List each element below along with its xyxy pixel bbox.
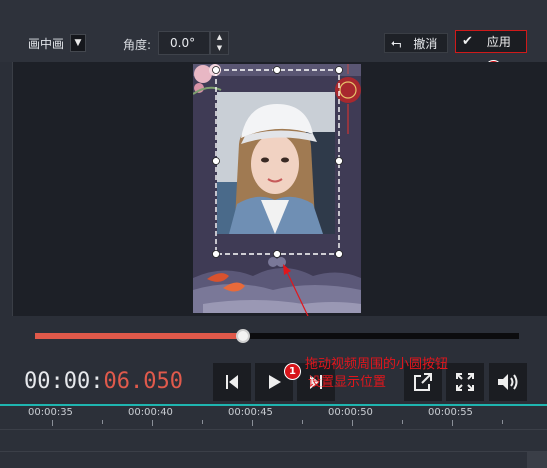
timeline-scrollbar[interactable] [527,452,547,468]
timeline-track-divider [0,451,547,452]
timeline-tick [52,420,53,426]
annotation-text-line2: 设置显示位置 [308,375,387,390]
timeline-track-divider [0,429,547,430]
timeline-tick [102,420,103,424]
timeline-tick [252,420,253,426]
play-icon [269,375,281,389]
timeline-tick [502,420,503,424]
step-badge-1: 1 [284,363,301,380]
resize-handle-top[interactable] [273,66,281,74]
seek-bar-progress [35,333,244,339]
volume-button[interactable] [489,363,527,401]
resize-handle-top-left[interactable] [212,66,220,74]
volume-icon [498,374,518,390]
timeline-tick-label: 00:00:50 [328,407,373,418]
resize-handle-bottom-left[interactable] [212,250,220,258]
timeline-tick [352,420,353,426]
export-icon [414,373,432,391]
timeline-tick-label: 00:00:55 [428,407,473,418]
seek-bar-knob[interactable] [236,329,251,343]
timeline-tick [302,420,303,424]
fullscreen-button[interactable] [446,363,484,401]
resize-handle-bottom[interactable] [273,250,281,258]
timeline-tick-label: 00:00:35 [28,407,73,418]
resize-handle-left[interactable] [212,157,220,165]
timeline-tick-label: 00:00:45 [228,407,273,418]
skip-back-icon [226,375,238,389]
seek-bar[interactable] [35,333,519,339]
selection-box[interactable] [215,69,340,255]
timeline-tick [152,420,153,426]
fullscreen-icon [456,373,474,391]
timeline-tick-label: 00:00:40 [128,407,173,418]
annotation-text-line1: 拖动视频周围的小圆按钮 [305,357,449,372]
timeline-tick [402,420,403,424]
resize-handle-right[interactable] [335,157,343,165]
timecode-main: 00:00: [24,369,104,394]
resize-handle-bottom-right[interactable] [335,250,343,258]
resize-handle-top-right[interactable] [335,66,343,74]
timecode-display: 00:00:06.050 [24,369,183,394]
timeline-tick [452,420,453,426]
timeline-tick [202,420,203,424]
timecode-fraction: 06.050 [103,369,183,394]
skip-back-button[interactable] [213,363,251,401]
